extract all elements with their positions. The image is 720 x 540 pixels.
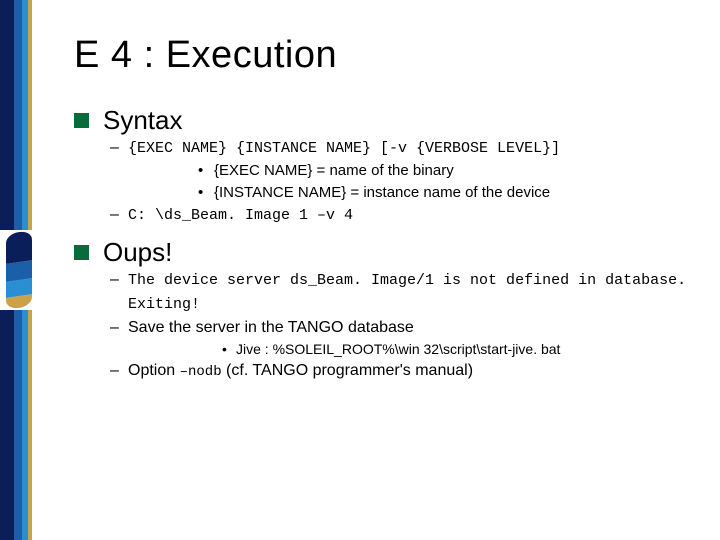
- option-line-prefix: Option: [128, 362, 180, 379]
- section-syntax: Syntax {EXEC NAME} {INSTANCE NAME} [-v {…: [74, 105, 700, 227]
- list-item: {EXEC NAME} {INSTANCE NAME} [-v {VERBOSE…: [74, 136, 700, 203]
- syntax-example-line: C: \ds_Beam. Image 1 –v 4: [128, 207, 353, 224]
- slide-body: E 4 : Execution Syntax {EXEC NAME} {INST…: [36, 0, 720, 540]
- list-item: {EXEC NAME} = name of the binary: [128, 160, 700, 182]
- slide-title: E 4 : Execution: [74, 34, 700, 77]
- list-item: The device server ds_Beam. Image/1 is no…: [74, 268, 700, 316]
- option-nodb-code: –nodb: [180, 364, 222, 380]
- error-message-line: The device server ds_Beam. Image/1 is no…: [128, 272, 686, 313]
- list-item: C: \ds_Beam. Image 1 –v 4: [74, 203, 700, 227]
- square-bullet-icon: [74, 245, 89, 260]
- slide-left-decoration: [0, 0, 36, 540]
- syntax-usage-line: {EXEC NAME} {INSTANCE NAME} [-v {VERBOSE…: [128, 140, 560, 157]
- section-heading: Syntax: [103, 105, 183, 136]
- list-item: Save the server in the TANGO database Ji…: [74, 316, 700, 359]
- list-item: Option –nodb (cf. TANGO programmer's man…: [74, 359, 700, 382]
- list-item: {INSTANCE NAME} = instance name of the d…: [128, 182, 700, 204]
- section-oups: Oups! The device server ds_Beam. Image/1…: [74, 237, 700, 382]
- square-bullet-icon: [74, 113, 89, 128]
- option-line-suffix: (cf. TANGO programmer's manual): [222, 362, 473, 379]
- section-heading: Oups!: [103, 237, 172, 268]
- list-item: Jive : %SOLEIL_ROOT%\win 32\script\start…: [128, 339, 700, 359]
- save-server-line: Save the server in the TANGO database: [128, 319, 414, 336]
